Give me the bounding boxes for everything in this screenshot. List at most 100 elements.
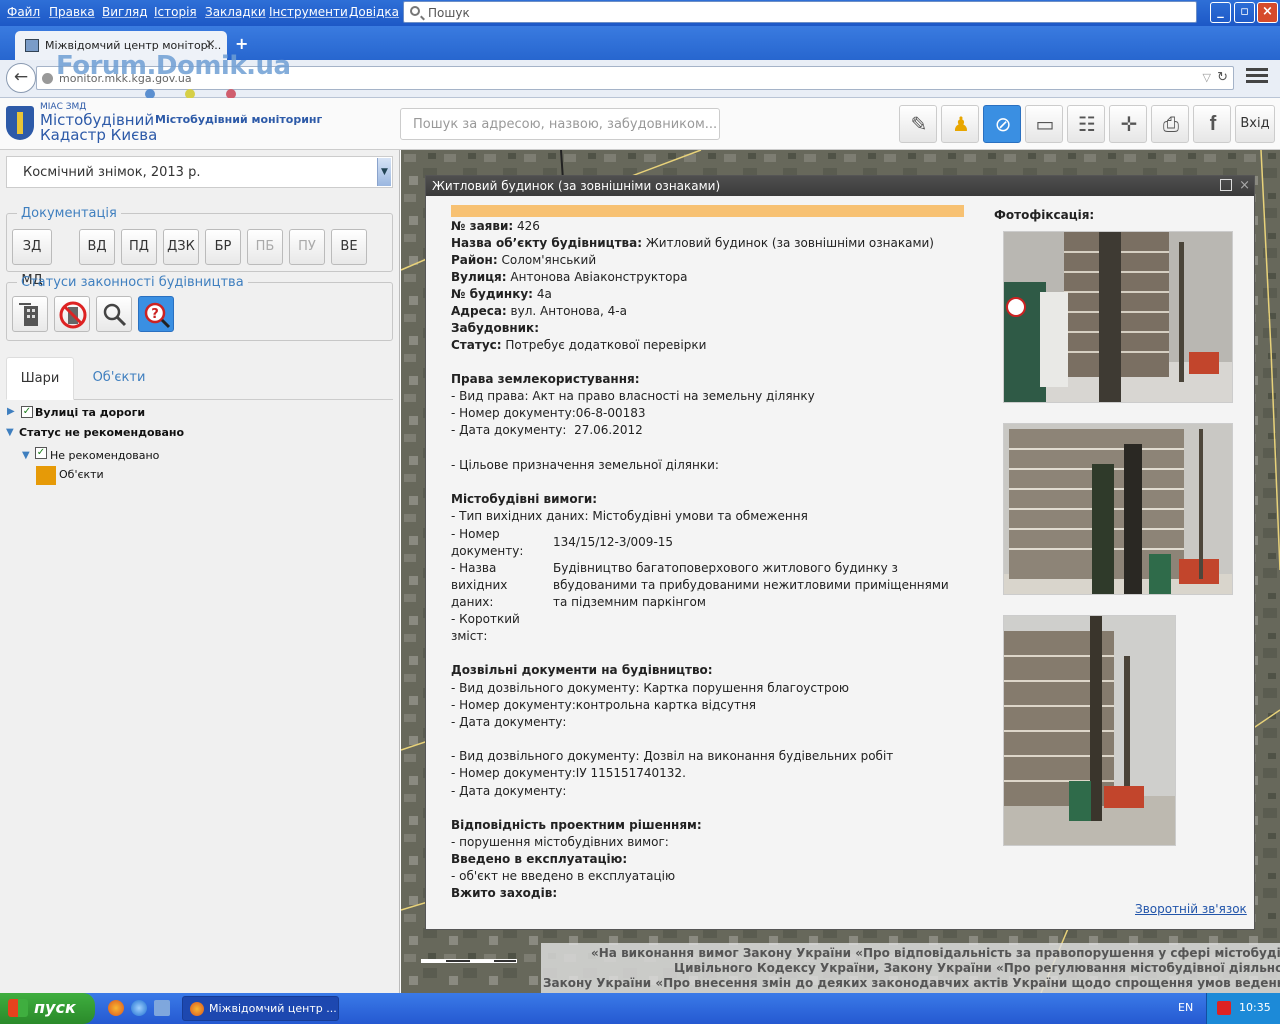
facebook-button[interactable]: f bbox=[1193, 105, 1231, 143]
req-name-label-1: - Назва bbox=[451, 561, 497, 575]
req-summary-label-1: - Короткий bbox=[451, 612, 520, 626]
permit-date-2: - Дата документу: bbox=[451, 784, 567, 798]
reload-icon[interactable]: ↻ bbox=[1217, 70, 1228, 85]
section-land-rights: Права землекористування: bbox=[451, 372, 640, 386]
legend-swatch bbox=[36, 466, 56, 485]
firefox-icon bbox=[190, 1002, 204, 1016]
not-recommended-checkbox[interactable]: ✓ bbox=[35, 447, 47, 459]
construction-photo[interactable] bbox=[1003, 423, 1233, 595]
question-magnifier-icon: ? bbox=[144, 302, 171, 329]
app-header: МІАС ЗМД Містобудівний Кадастр Києва Міс… bbox=[0, 98, 1280, 150]
left-panel: Космічний знімок, 2013 р. ▼ Документація… bbox=[0, 150, 400, 993]
taskbar-firefox-window[interactable]: Міжвідомчий центр ... bbox=[182, 996, 339, 1021]
compass-button[interactable]: ⊘ bbox=[983, 105, 1021, 143]
close-window-button[interactable]: × bbox=[1257, 2, 1278, 23]
ruler-button[interactable]: ▭ bbox=[1025, 105, 1063, 143]
exploitation-status: - об'єкт не введено в експлуатацію bbox=[451, 869, 676, 883]
left-tabs: Шари Об'єкти bbox=[6, 357, 393, 400]
login-button[interactable]: Вхід bbox=[1235, 105, 1275, 143]
field-developer: Забудовник: bbox=[451, 321, 539, 335]
history-dropdown-icon[interactable]: ▽ bbox=[1203, 71, 1211, 84]
doc-button-dzk[interactable]: ДЗК bbox=[163, 229, 199, 265]
ticker-line: Цивільного Кодексу України, Закону Украї… bbox=[674, 961, 1280, 975]
doc-button-pu[interactable]: ПУ bbox=[289, 229, 325, 265]
address-search-input[interactable] bbox=[400, 108, 720, 140]
window-switcher-icon[interactable] bbox=[154, 1000, 170, 1016]
doc-button-zdmd[interactable]: ЗД МД bbox=[12, 229, 52, 288]
section-measures: Вжито заходів: bbox=[451, 886, 558, 900]
status-inspection-button[interactable] bbox=[96, 296, 132, 332]
chevron-down-icon[interactable]: ▼ bbox=[6, 427, 14, 438]
menu-help[interactable]: Довідка bbox=[349, 5, 399, 19]
favicon-icon bbox=[25, 39, 39, 52]
print-button[interactable]: ⎙ bbox=[1151, 105, 1189, 143]
doc-button-ve[interactable]: ВЕ bbox=[331, 229, 367, 265]
maximize-button[interactable]: ▫ bbox=[1234, 2, 1255, 23]
field-status: Статус: Потребує додаткової перевірки bbox=[451, 338, 707, 352]
back-button[interactable]: ← bbox=[6, 63, 36, 93]
construction-photo[interactable] bbox=[1003, 615, 1176, 846]
street-view-icon: ♟ bbox=[952, 112, 970, 136]
menu-bookmarks[interactable]: Закладки bbox=[205, 5, 266, 19]
browser-search-field[interactable]: Пошук bbox=[403, 1, 1197, 23]
field-application-no: № заяви: 426 bbox=[451, 219, 540, 233]
doc-button-vd[interactable]: ВД bbox=[79, 229, 115, 265]
close-popup-icon[interactable]: × bbox=[1239, 178, 1250, 193]
restore-icon[interactable] bbox=[1220, 179, 1232, 191]
menu-view[interactable]: Вигляд bbox=[102, 5, 148, 19]
svg-text:?: ? bbox=[151, 307, 159, 322]
req-name-value-2: вбудованими та прибудованими нежитловими… bbox=[553, 578, 949, 592]
language-indicator[interactable]: EN bbox=[1178, 1001, 1193, 1014]
system-tray: 10:35 bbox=[1206, 993, 1280, 1024]
map-scale-bar bbox=[421, 959, 517, 963]
logo-line2: Кадастр Києва bbox=[40, 126, 158, 144]
chevron-down-icon[interactable]: ▼ bbox=[377, 158, 391, 186]
tab-layers[interactable]: Шари bbox=[6, 357, 74, 400]
street-view-button[interactable]: ♟ bbox=[941, 105, 979, 143]
land-doc-number: - Номер документу:06-8-00183 bbox=[451, 406, 646, 420]
field-building-no: № будинку: 4а bbox=[451, 287, 552, 301]
status-illegal-button[interactable] bbox=[54, 296, 90, 332]
status-legal-button[interactable] bbox=[12, 296, 48, 332]
chevron-right-icon[interactable]: ▶ bbox=[7, 406, 15, 417]
menu-tools[interactable]: Інструменти bbox=[269, 5, 348, 19]
edit-button[interactable]: ✎ bbox=[899, 105, 937, 143]
documentation-legend: Документація bbox=[21, 206, 117, 221]
tab-objects[interactable]: Об'єкти bbox=[84, 357, 154, 400]
popup-title: Житловий будинок (за зовнішніми ознаками… bbox=[426, 176, 1254, 196]
firefox-icon[interactable] bbox=[108, 1000, 124, 1016]
doc-button-pb[interactable]: ПБ bbox=[247, 229, 283, 265]
permit-type-1: - Вид дозвільного документу: Картка пору… bbox=[451, 681, 850, 695]
hamburger-menu-icon[interactable] bbox=[1246, 68, 1268, 88]
crosshair-button[interactable]: ✛ bbox=[1109, 105, 1147, 143]
doc-button-pd[interactable]: ПД bbox=[121, 229, 157, 265]
menu-history[interactable]: Історія bbox=[154, 5, 197, 19]
watermark: Forum.Domik.ua bbox=[56, 51, 291, 81]
feedback-link[interactable]: Зворотній зв'язок bbox=[1135, 902, 1247, 916]
facebook-icon: f bbox=[1209, 113, 1217, 135]
ticker-line: Закону України «Про внесення змін до дея… bbox=[543, 976, 1280, 990]
streets-checkbox[interactable]: ✓ bbox=[21, 406, 33, 418]
construction-photo[interactable] bbox=[1003, 231, 1233, 403]
menu-edit[interactable]: Правка bbox=[49, 5, 95, 19]
antivirus-icon[interactable] bbox=[1217, 1001, 1231, 1015]
kyiv-emblem-icon bbox=[6, 106, 34, 140]
basemap-select[interactable]: Космічний знімок, 2013 р. ▼ bbox=[6, 156, 393, 188]
logo-subtitle: Містобудівний моніторинг bbox=[155, 113, 323, 126]
doc-button-br[interactable]: БР bbox=[205, 229, 241, 265]
layers-tree-button[interactable]: ☷ bbox=[1067, 105, 1105, 143]
start-button[interactable]: пуск bbox=[0, 993, 95, 1024]
basemap-value: Космічний знімок, 2013 р. bbox=[23, 165, 201, 180]
minimize-button[interactable]: _ bbox=[1210, 2, 1231, 23]
land-purpose: - Цільове призначення земельної ділянки: bbox=[451, 458, 719, 472]
layer-streets: Вулиці та дороги bbox=[35, 406, 146, 419]
status-needs-check-button[interactable]: ? bbox=[138, 296, 174, 332]
req-name-label-3: даних: bbox=[451, 595, 494, 609]
menu-file[interactable]: Файл bbox=[7, 5, 40, 19]
ticker-line: «На виконання вимог Закону України «Про … bbox=[591, 946, 1280, 960]
taskbar-window-label: Міжвідомчий центр ... bbox=[209, 1002, 337, 1015]
close-tab-icon[interactable]: × bbox=[205, 37, 216, 52]
internet-explorer-icon[interactable] bbox=[131, 1000, 147, 1016]
field-street: Вулиця: Антонова Авіаконструктора bbox=[451, 270, 688, 284]
chevron-down-icon[interactable]: ▼ bbox=[22, 450, 30, 461]
